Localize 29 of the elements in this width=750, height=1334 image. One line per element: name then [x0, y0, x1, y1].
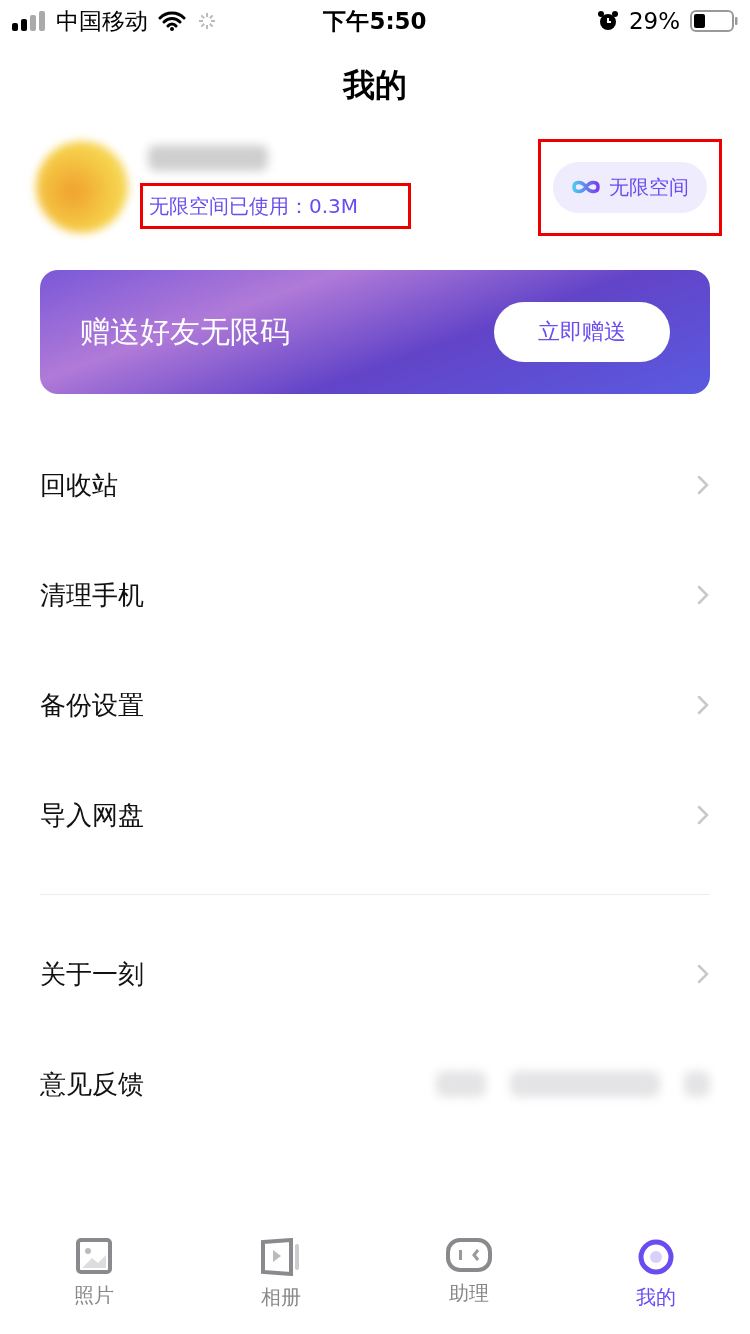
usage-text: 无限空间已使用：0.3M [149, 194, 359, 218]
banner-text: 赠送好友无限码 [80, 312, 290, 351]
loading-spinner-icon [196, 10, 218, 32]
menu-item[interactable]: 导入网盘 [40, 797, 144, 833]
chevron-right-icon [696, 474, 710, 496]
menu-item[interactable]: 意见反馈 [40, 1066, 144, 1102]
tab-label[interactable]: 我的 [636, 1284, 677, 1311]
menu-item[interactable]: 回收站 [40, 467, 118, 503]
page-title: 我的 [341, 65, 408, 106]
carrier-name: 中国移动 [56, 6, 148, 36]
battery-icon [690, 10, 738, 32]
alarm-clock-icon [596, 10, 619, 32]
battery-percentage: 29% [628, 8, 680, 34]
signal-icon [12, 11, 46, 31]
chevron-right-icon [696, 963, 710, 985]
menu-item[interactable]: 备份设置 [40, 687, 144, 723]
status-time: 下午5:50 [323, 6, 427, 36]
tab-label[interactable]: 相册 [261, 1284, 302, 1311]
wifi-icon [158, 11, 186, 31]
infinity-icon [571, 179, 601, 195]
menu-item[interactable]: 关于一刻 [40, 956, 144, 992]
menu-item[interactable]: 清理手机 [40, 577, 144, 613]
gift-now-button[interactable]: 立即赠送 [494, 302, 670, 362]
chevron-right-icon [696, 584, 710, 606]
tab-label[interactable]: 照片 [73, 1282, 114, 1309]
unlimited-space-button[interactable]: 无限空间 [553, 161, 707, 213]
chevron-right-icon [696, 804, 710, 826]
tab-label[interactable]: 助理 [448, 1280, 489, 1307]
chevron-right-icon [696, 694, 710, 716]
